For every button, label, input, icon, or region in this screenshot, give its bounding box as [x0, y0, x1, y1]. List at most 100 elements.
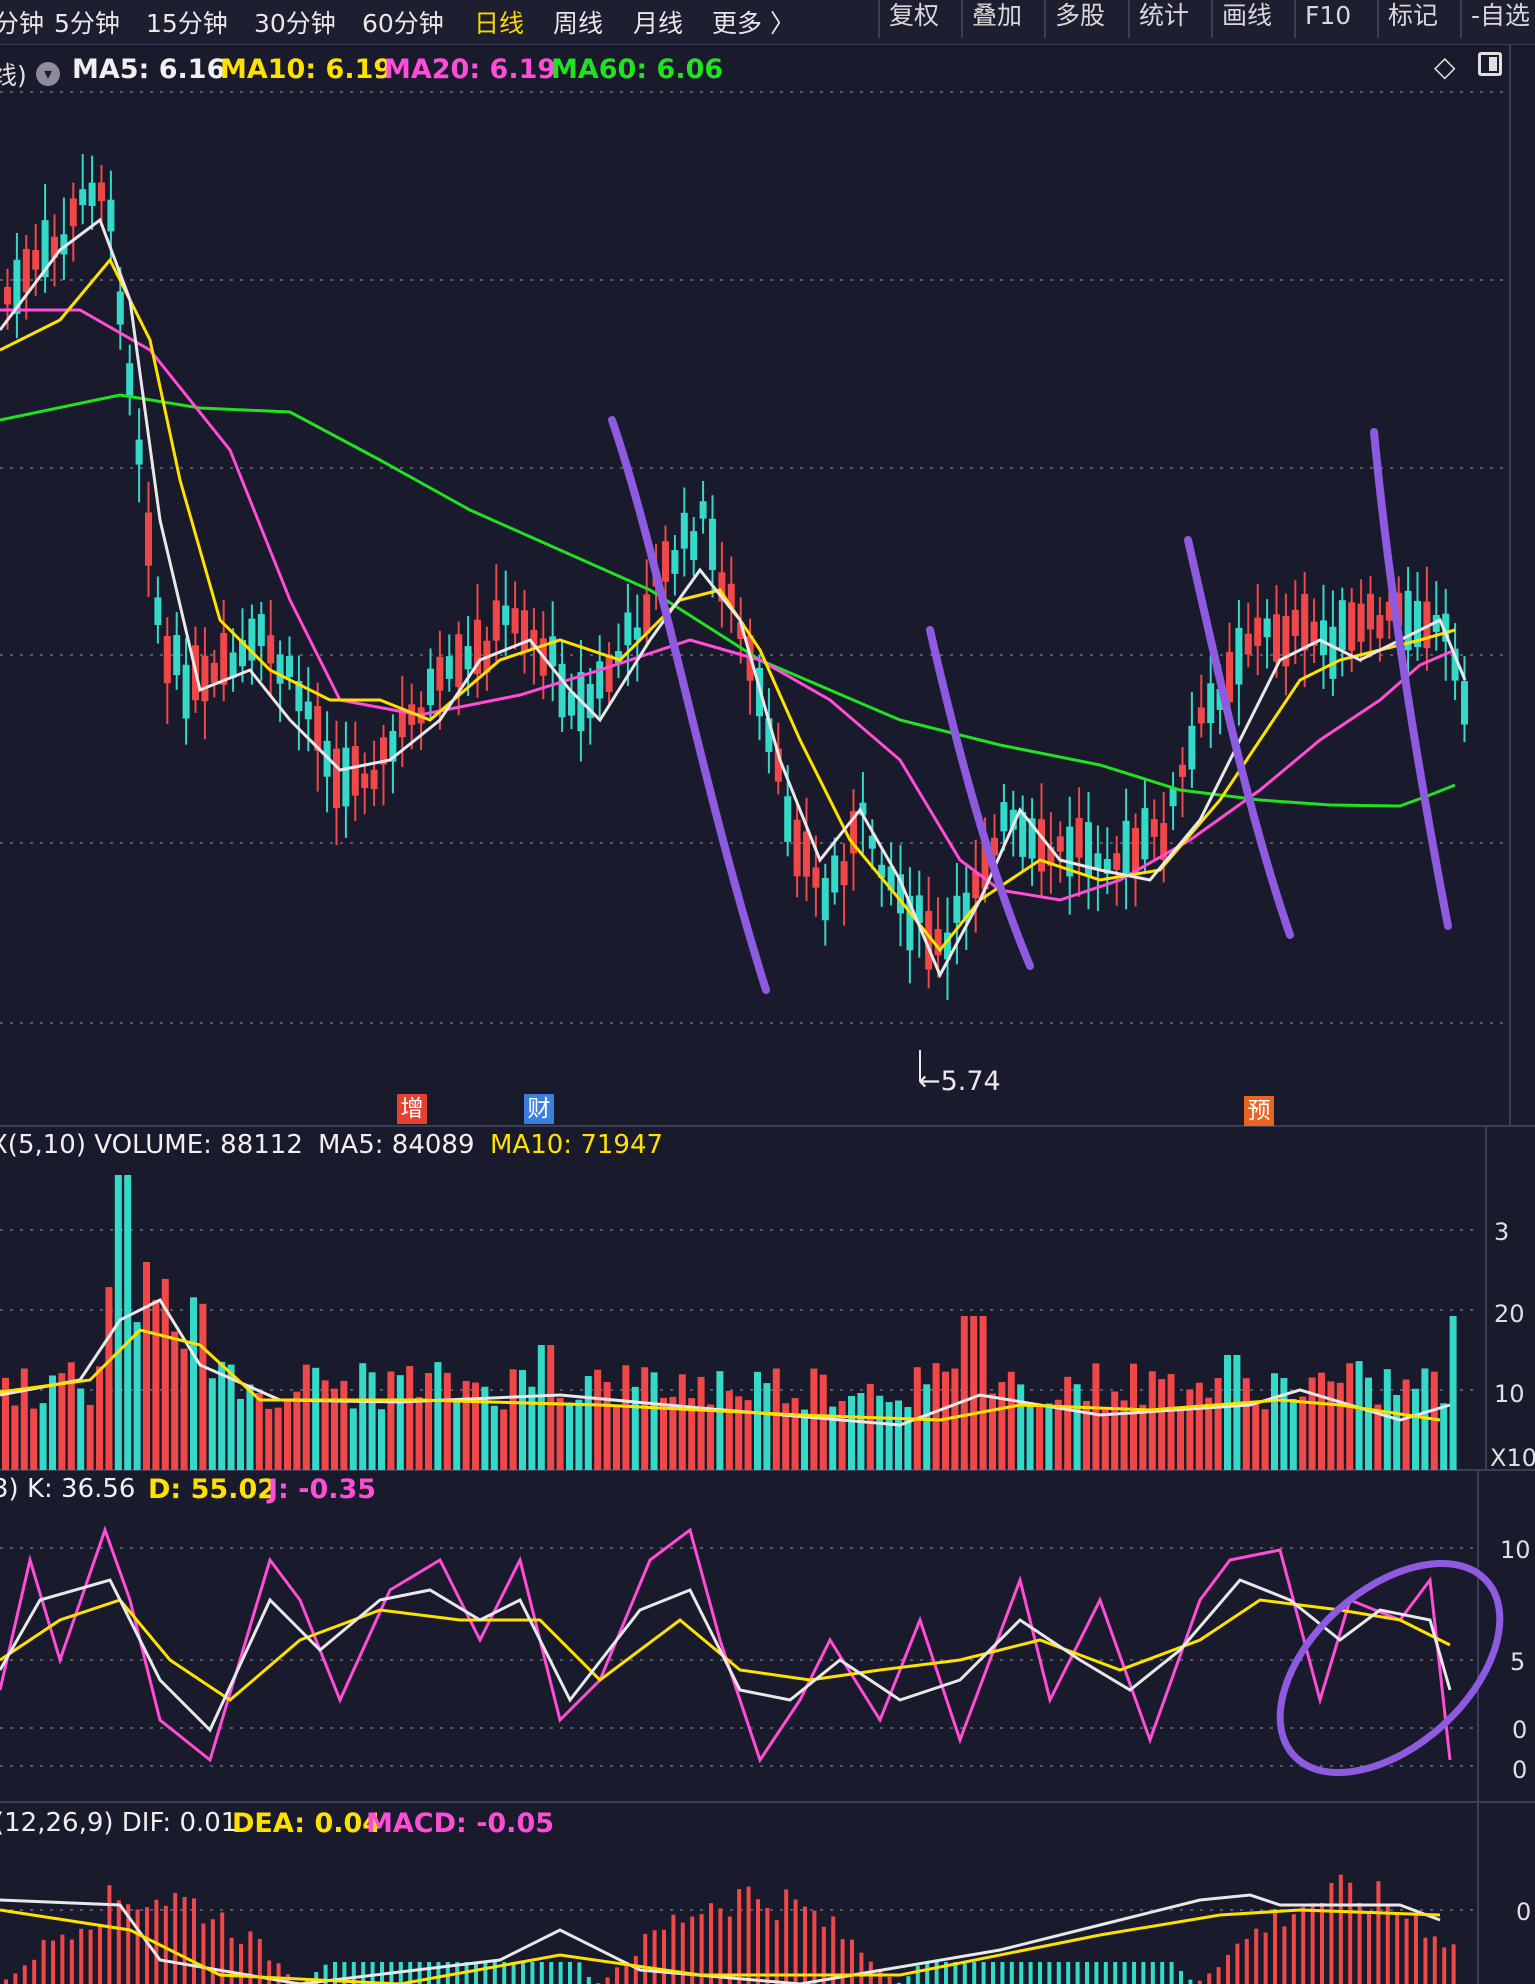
volume-bar [707, 1404, 714, 1470]
marker-forecast-icon[interactable]: 预 [1244, 1096, 1274, 1126]
candle-body [88, 182, 96, 206]
candle-body [436, 656, 444, 691]
candle-body [624, 612, 632, 646]
macd-bar [981, 1962, 986, 1984]
macd-bar [427, 1962, 431, 1984]
candle-body [1179, 764, 1186, 777]
macd-bar [878, 1971, 883, 1984]
macd-bar [784, 1889, 789, 1984]
volume-bar [519, 1369, 526, 1470]
tab-daily[interactable]: 日线 [474, 4, 524, 40]
volume-bar [819, 1374, 827, 1470]
volume-bar [772, 1368, 780, 1470]
mark-button[interactable]: 标记 [1377, 0, 1447, 38]
candle-body [596, 661, 604, 699]
volume-ma5-label: MA5: 84089 [318, 1130, 475, 1160]
tab-30min[interactable]: 30分钟 [254, 4, 336, 40]
volume-bar [1186, 1389, 1194, 1470]
multi-stock-button[interactable]: 多股 [1044, 0, 1114, 38]
candle-body [1132, 827, 1139, 873]
candle-body [370, 769, 378, 790]
macd-bar [850, 1939, 854, 1984]
ma5-label: MA5: 6.16 [72, 54, 226, 85]
candle-body [126, 363, 134, 397]
macd-bar [568, 1962, 572, 1984]
macd-bar [1282, 1926, 1287, 1984]
statistics-button[interactable]: 统计 [1128, 0, 1198, 38]
volume-bar [199, 1303, 207, 1470]
kdj-axis-tick: 0 [1512, 1756, 1528, 1784]
macd-bar [1160, 1962, 1165, 1984]
marker-increase-icon[interactable]: 增 [397, 1094, 427, 1124]
volume-bar [415, 1396, 423, 1470]
macd-bar [1254, 1928, 1259, 1984]
candle-body [22, 248, 30, 293]
macd-bar [1141, 1962, 1146, 1984]
macd-histogram [0, 1874, 1456, 1984]
macd-bar [1263, 1932, 1268, 1984]
volume-bar [274, 1407, 282, 1470]
macd-bar [934, 1962, 939, 1984]
overlay-button[interactable]: 叠加 [961, 0, 1031, 38]
draw-line-button[interactable]: 画线 [1211, 0, 1281, 38]
volume-bar [537, 1345, 545, 1470]
candle-body [1056, 836, 1064, 852]
volume-bar [1073, 1384, 1081, 1470]
volume-title: X(5,10) VOLUME: 88112 [0, 1130, 303, 1160]
candle-body [455, 634, 463, 688]
stock-chart-canvas[interactable] [0, 0, 1535, 1984]
marker-finance-icon[interactable]: 财 [524, 1094, 554, 1124]
tab-15min[interactable]: 15分钟 [146, 4, 228, 40]
candle-body [351, 746, 359, 796]
panel-layout-icon[interactable] [1478, 52, 1502, 76]
volume-bar [434, 1362, 442, 1470]
volume-axis-tick: 3 [1494, 1218, 1510, 1246]
volume-bar [848, 1396, 855, 1470]
macd-bar [1357, 1902, 1362, 1984]
volume-bar [58, 1373, 66, 1470]
adjust-button[interactable]: 复权 [878, 0, 948, 38]
candle-body [1329, 626, 1337, 679]
macd-bar [615, 1967, 619, 1984]
tab-5min[interactable]: 5分钟 [54, 4, 120, 40]
volume-bar [1271, 1373, 1278, 1470]
diamond-icon[interactable]: ◇ [1434, 50, 1456, 83]
watchlist-button[interactable]: -自选 [1460, 0, 1535, 38]
candle-body [1367, 593, 1374, 630]
tab-minute[interactable]: 分钟 [0, 4, 44, 40]
candle-body [793, 819, 801, 877]
volume-bar [1101, 1409, 1109, 1470]
volume-bar [1346, 1363, 1354, 1470]
volume-bar [368, 1372, 376, 1470]
macd-bar [1395, 1913, 1400, 1984]
macd-bar [474, 1962, 478, 1984]
tab-more[interactable]: 更多 〉 [712, 4, 795, 40]
tab-weekly[interactable]: 周线 [553, 4, 603, 40]
indicator-toggle-icon[interactable]: ▾ [36, 62, 60, 86]
volume-bar [237, 1398, 244, 1470]
volume-bar [584, 1376, 592, 1470]
f10-button[interactable]: F10 [1294, 0, 1360, 38]
volume-bar [1158, 1379, 1166, 1470]
candle-body [1207, 683, 1215, 724]
macd-bar [756, 1899, 760, 1984]
candle-body [1320, 620, 1327, 655]
ma60-label: MA60: 6.06 [551, 54, 724, 85]
candle-body [699, 501, 707, 519]
volume-bar [425, 1373, 432, 1470]
volume-bar [1045, 1403, 1053, 1470]
candle-body [1197, 707, 1205, 724]
macd-bar [1197, 1980, 1202, 1984]
tab-monthly[interactable]: 月线 [633, 4, 683, 40]
macd-bar [972, 1962, 977, 1984]
volume-bar [1167, 1374, 1175, 1470]
volume-bar [1308, 1377, 1316, 1470]
macd-bar [51, 1940, 55, 1984]
tab-60min[interactable]: 60分钟 [362, 4, 444, 40]
annotation-stroke [1370, 428, 1452, 930]
candle-body [107, 199, 115, 232]
candle-body [154, 597, 162, 626]
volume-axis-tick: 20 [1494, 1300, 1525, 1328]
macd-bar [1310, 1903, 1315, 1984]
macd-bar [1367, 1913, 1371, 1984]
